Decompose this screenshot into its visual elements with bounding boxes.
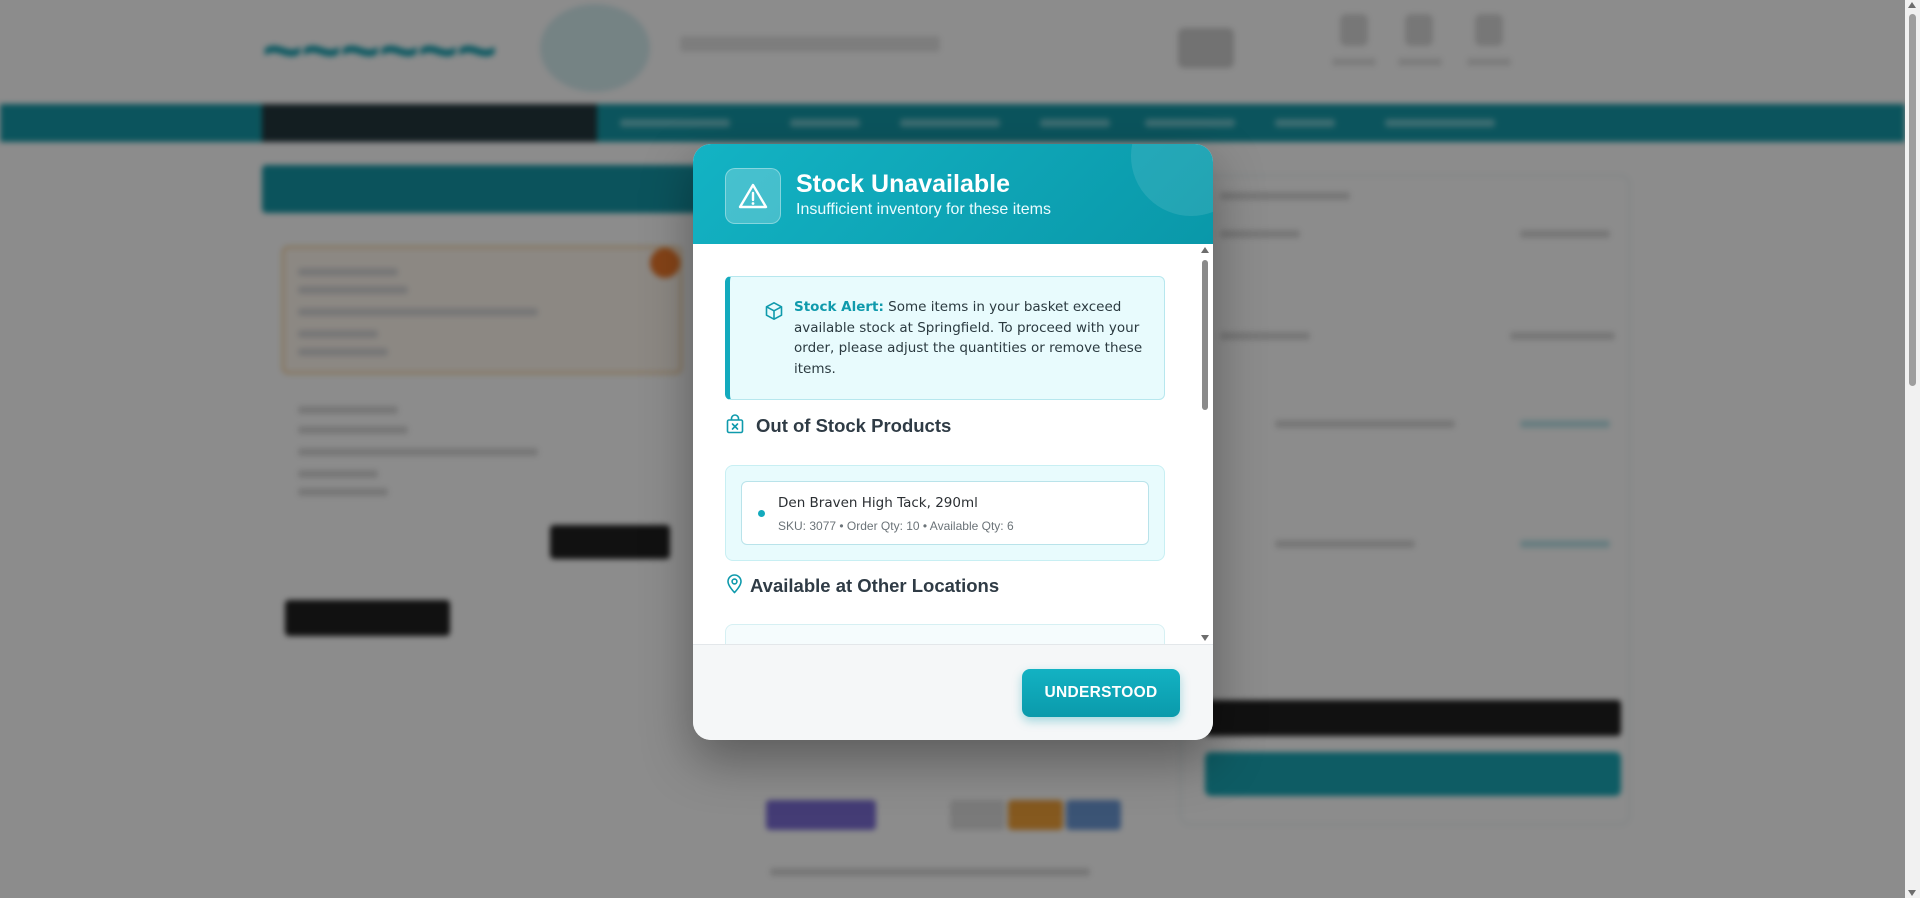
header-decoration bbox=[1131, 144, 1213, 216]
out-of-stock-heading: Out of Stock Products bbox=[756, 415, 952, 436]
scroll-down-icon[interactable] bbox=[1201, 635, 1209, 641]
understood-button[interactable]: UNDERSTOOD bbox=[1022, 669, 1180, 717]
bullet-dot bbox=[758, 510, 765, 517]
stock-alert-label: Stock Alert: bbox=[794, 299, 884, 315]
scroll-down-icon[interactable] bbox=[1908, 890, 1916, 896]
warning-triangle-icon bbox=[725, 168, 781, 224]
modal-header: Stock Unavailable Insufficient inventory… bbox=[693, 144, 1213, 244]
map-pin-icon bbox=[726, 574, 743, 598]
scroll-up-icon[interactable] bbox=[1908, 2, 1916, 8]
stock-unavailable-modal: Stock Unavailable Insufficient inventory… bbox=[693, 144, 1213, 740]
scrollbar-thumb[interactable] bbox=[1909, 14, 1916, 386]
package-icon bbox=[764, 301, 784, 325]
modal-body[interactable]: Stock Alert: Some items in your basket e… bbox=[693, 244, 1213, 644]
modal-scrollbar[interactable] bbox=[1200, 244, 1211, 644]
other-locations-heading: Available at Other Locations bbox=[750, 575, 1000, 596]
out-of-stock-list: Den Braven High Tack, 290ml SKU: 3077 • … bbox=[725, 465, 1165, 561]
page-scrollbar[interactable] bbox=[1905, 0, 1920, 898]
stock-alert: Stock Alert: Some items in your basket e… bbox=[725, 276, 1165, 400]
scroll-up-icon[interactable] bbox=[1201, 247, 1209, 253]
other-locations-list bbox=[725, 624, 1165, 644]
modal-footer: UNDERSTOOD bbox=[693, 644, 1213, 740]
stock-alert-text: Stock Alert: Some items in your basket e… bbox=[794, 297, 1154, 379]
box-x-icon bbox=[726, 414, 744, 438]
scrollbar-thumb[interactable] bbox=[1202, 260, 1208, 410]
product-details: SKU: 3077 • Order Qty: 10 • Available Qt… bbox=[778, 519, 1014, 533]
modal-subtitle: Insufficient inventory for these items bbox=[796, 201, 1051, 218]
list-item: Den Braven High Tack, 290ml SKU: 3077 • … bbox=[741, 481, 1149, 545]
product-name: Den Braven High Tack, 290ml bbox=[778, 495, 978, 511]
modal-title: Stock Unavailable bbox=[796, 170, 1010, 198]
